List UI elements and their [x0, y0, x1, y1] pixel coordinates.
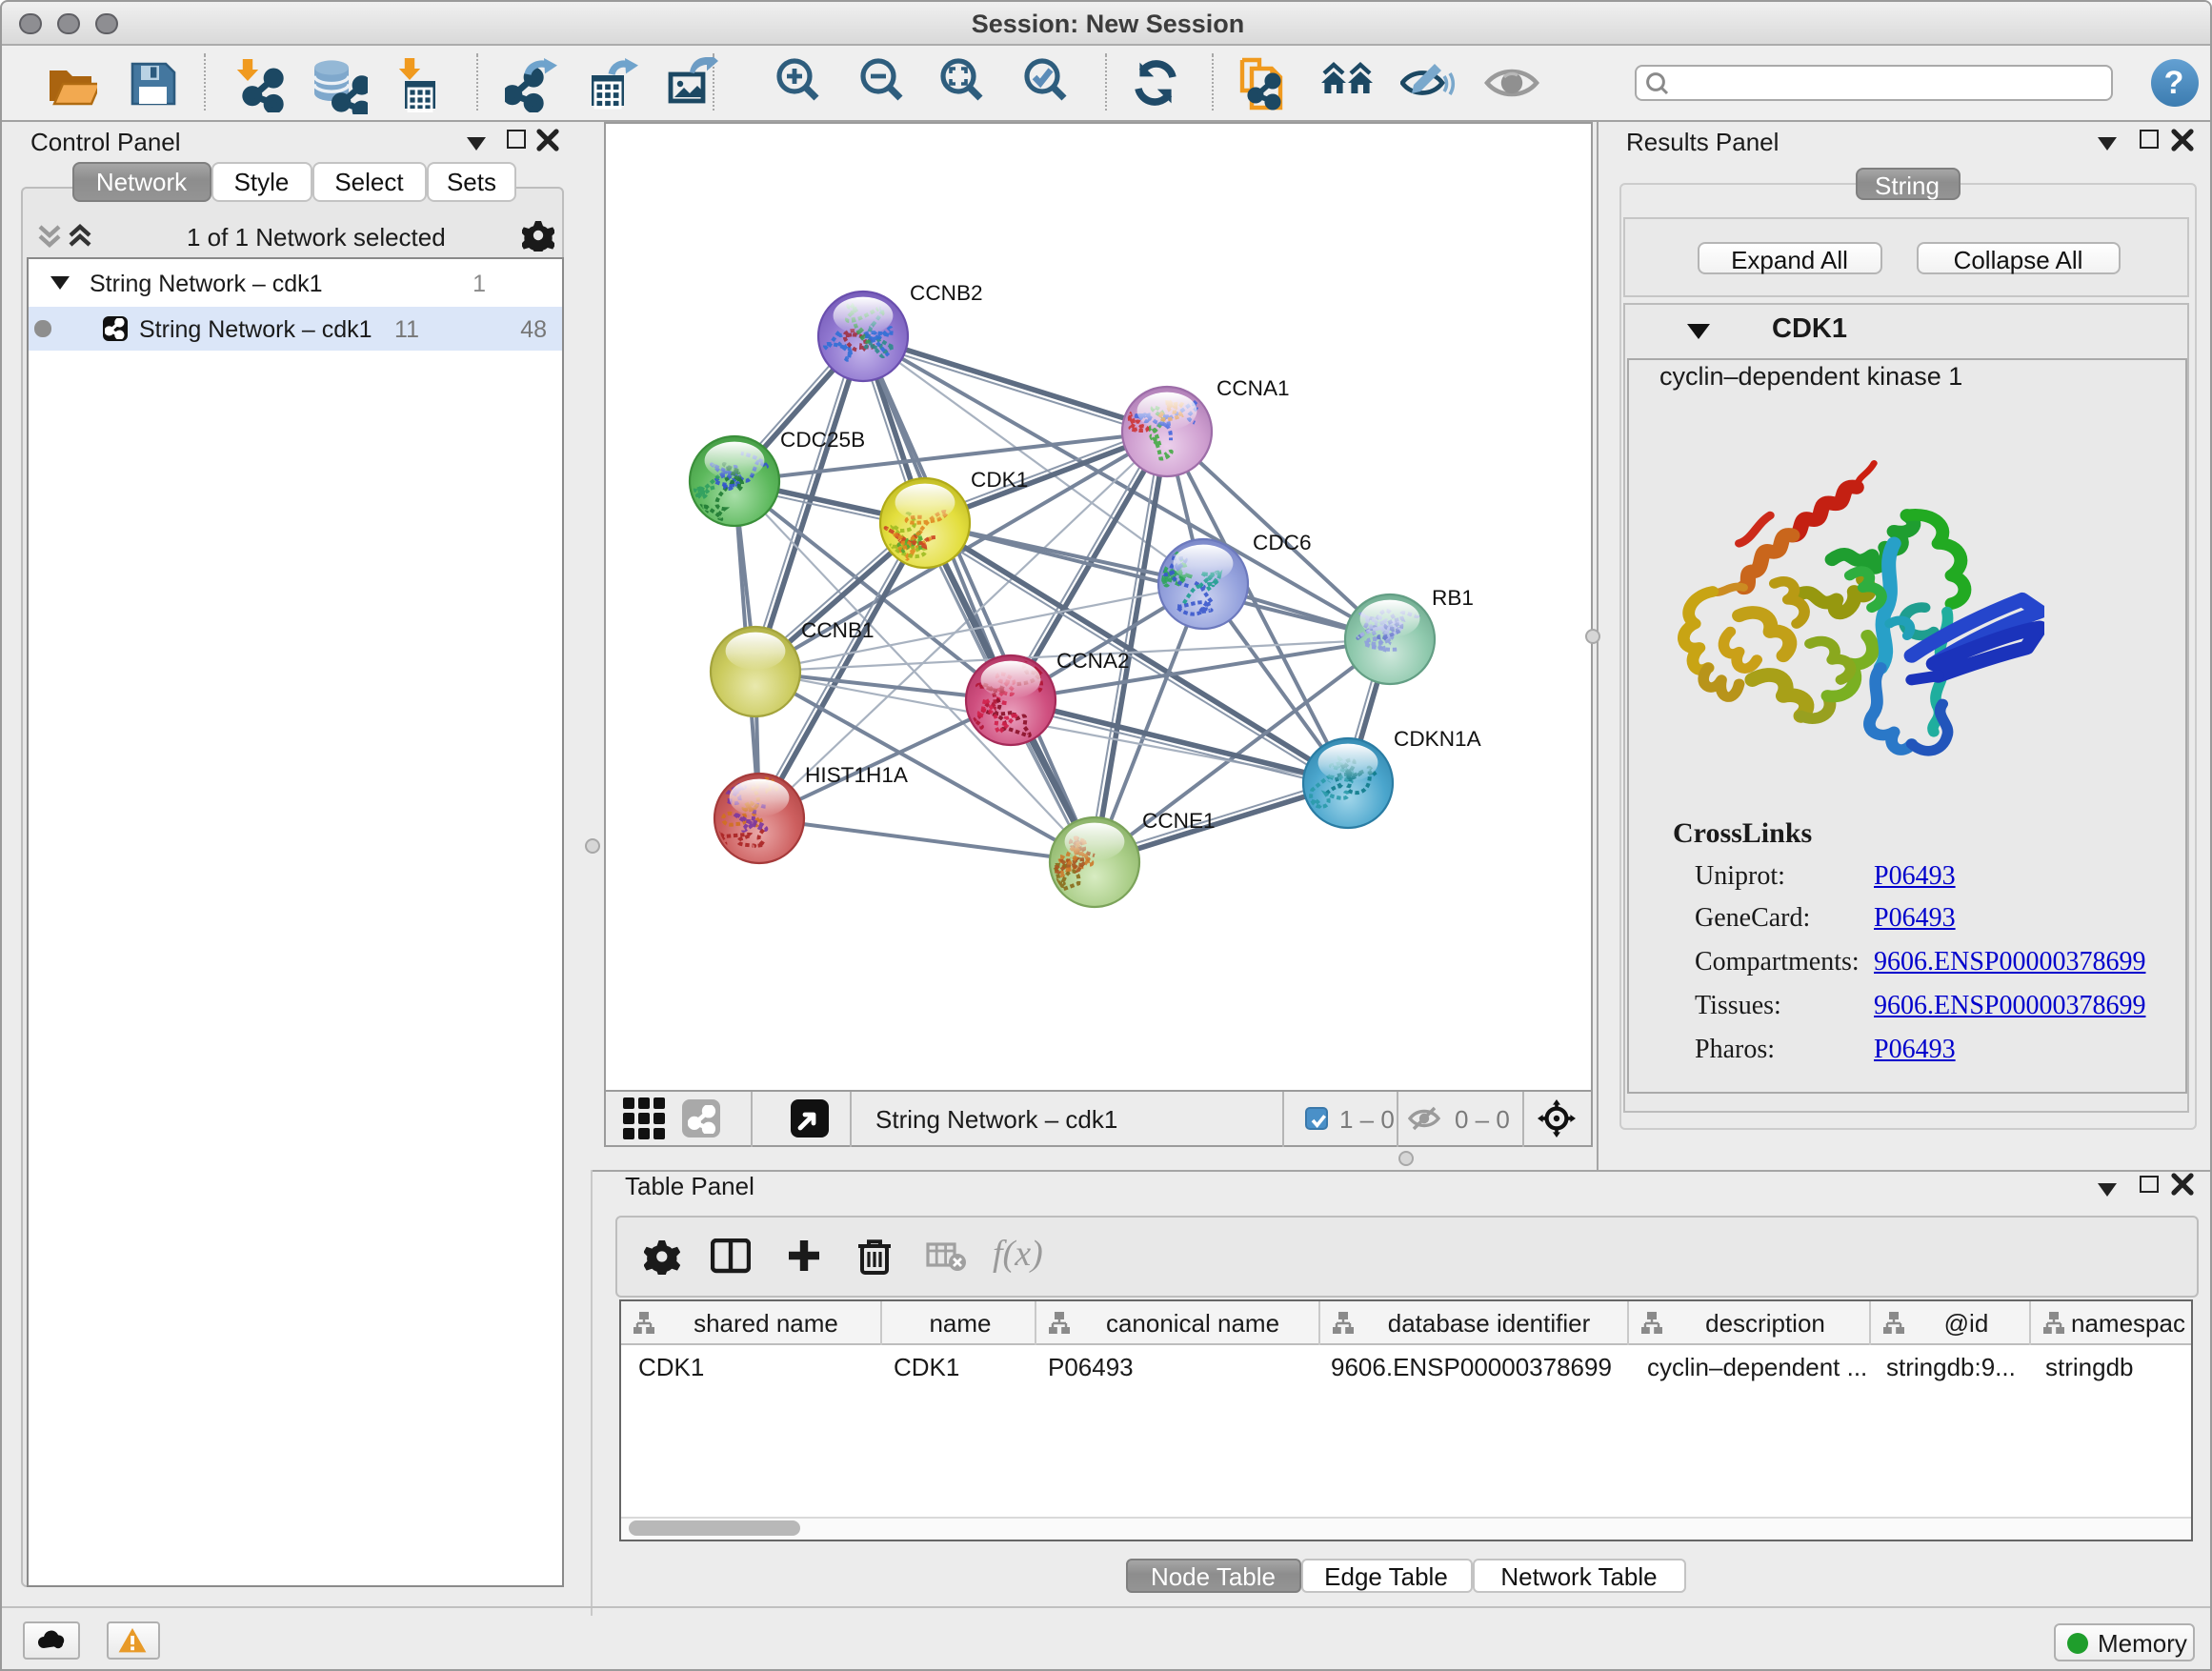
- svg-text:RB1: RB1: [1431, 585, 1473, 609]
- svg-text:HIST1H1A: HIST1H1A: [804, 762, 908, 786]
- svg-text:CDK1: CDK1: [970, 467, 1027, 491]
- svg-text:CCNA1: CCNA1: [1216, 375, 1289, 399]
- svg-text:CDC6: CDC6: [1252, 530, 1311, 554]
- svg-text:CCNB2: CCNB2: [909, 280, 982, 304]
- svg-text:CCNB1: CCNB1: [800, 617, 874, 641]
- svg-text:CCNA2: CCNA2: [1056, 648, 1129, 672]
- svg-text:CDKN1A: CDKN1A: [1393, 726, 1481, 750]
- svg-text:CDC25B: CDC25B: [779, 427, 864, 451]
- svg-text:CCNE1: CCNE1: [1141, 808, 1215, 832]
